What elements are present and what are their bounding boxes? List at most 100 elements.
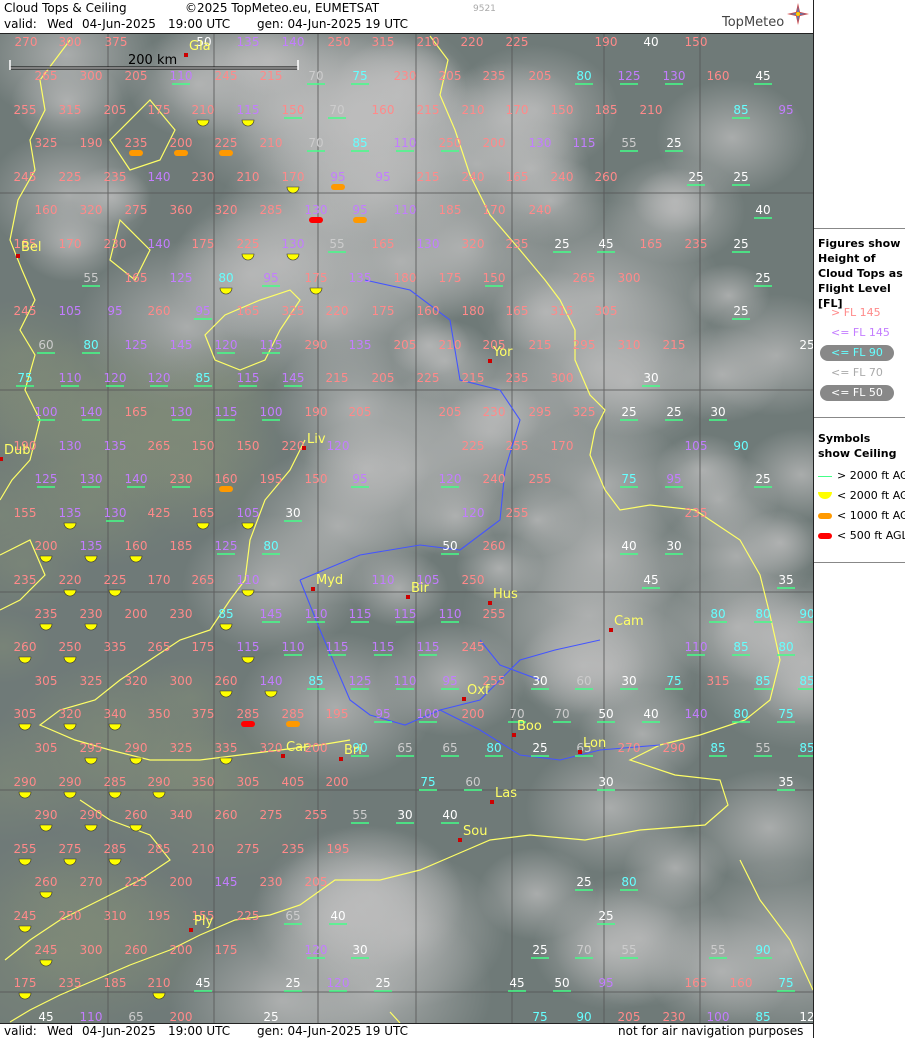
cloud-top-value: 165 xyxy=(125,405,148,419)
cloud-top-value: 260 xyxy=(14,640,37,654)
cloud-top-value: 95 xyxy=(263,271,278,285)
cloud-top-value: 25 xyxy=(733,237,748,251)
cloud-top-value: 215 xyxy=(417,103,440,117)
cloud-top-value: 305 xyxy=(237,775,260,789)
cloud-top-value: 215 xyxy=(326,371,349,385)
cloud-top-value: 70 xyxy=(308,69,323,83)
cloud-top-value: 40 xyxy=(643,35,658,49)
cloud-top-value: 235 xyxy=(282,842,305,856)
cloud-top-value: 70 xyxy=(329,103,344,117)
cloud-top-value: 115 xyxy=(237,103,260,117)
cloud-top-value: 25 xyxy=(799,338,813,352)
cloud-top-value: 75 xyxy=(778,707,793,721)
cloud-top-value: 340 xyxy=(170,808,193,822)
legend-fl-row: <= FL 90 xyxy=(818,345,905,363)
city-marker xyxy=(406,595,410,599)
cloud-top-value: 170 xyxy=(551,439,574,453)
cloud-top-value: 130 xyxy=(305,203,328,217)
cloud-top-value: 235 xyxy=(506,371,529,385)
city-marker xyxy=(339,757,343,761)
city-label: Ply xyxy=(194,914,213,929)
satellite-map[interactable]: 200 km 270 300 375 50 135 140 250 315 210 220 225 1… xyxy=(0,34,813,1023)
cloud-top-value: 80 xyxy=(83,338,98,352)
cloud-top-value: 245 xyxy=(35,943,58,957)
cloud-top-value: 165 xyxy=(192,506,215,520)
cloud-top-value: 30 xyxy=(532,674,547,688)
cloud-top-value: 25 xyxy=(532,741,547,755)
cloud-top-value: 115 xyxy=(326,640,349,654)
cloud-top-value: 215 xyxy=(260,69,283,83)
cloud-top-value: 265 xyxy=(192,573,215,587)
cloud-top-value: 80 xyxy=(218,271,233,285)
city-marker xyxy=(512,733,516,737)
cloud-top-value: 45 xyxy=(643,573,658,587)
cloud-top-value: 55 xyxy=(621,136,636,150)
cloud-top-value: 25 xyxy=(554,237,569,251)
cloud-top-value: 225 xyxy=(215,136,238,150)
cloud-top-value: 110 xyxy=(59,371,82,385)
cloud-top-value: 75 xyxy=(666,674,681,688)
cloud-top-value: 165 xyxy=(685,976,708,990)
cloud-top-value: 205 xyxy=(305,875,328,889)
cloud-top-value: 95 xyxy=(375,170,390,184)
cloud-top-value: 135 xyxy=(104,439,127,453)
cloud-top-value: 405 xyxy=(282,775,305,789)
cloud-top-value: 45 xyxy=(598,237,613,251)
cloud-top-value: 215 xyxy=(663,338,686,352)
cloud-top-value: 290 xyxy=(663,741,686,755)
cloud-top-value: 65 xyxy=(442,741,457,755)
city-marker xyxy=(578,750,582,754)
cloud-top-value: 290 xyxy=(80,808,103,822)
cloud-top-value: 235 xyxy=(685,506,708,520)
cloud-top-value: 130 xyxy=(80,472,103,486)
city-label: Bir xyxy=(411,581,430,596)
legend-ceiling-label: < 500 ft AGL xyxy=(837,529,905,542)
cloud-top-value: 325 xyxy=(170,741,193,755)
cloud-top-value: 40 xyxy=(643,707,658,721)
ceiling-symbol-below-1000 xyxy=(219,486,233,492)
cloud-top-value: 200 xyxy=(170,136,193,150)
cloud-top-value: 245 xyxy=(462,640,485,654)
cloud-top-value: 140 xyxy=(282,35,305,49)
cloud-top-value: 75 xyxy=(621,472,636,486)
cloud-top-value: 315 xyxy=(551,304,574,318)
cloud-top-value: 50 xyxy=(598,707,613,721)
cloud-top-value: 260 xyxy=(595,170,618,184)
cloud-top-value: 150 xyxy=(551,103,574,117)
cloud-top-value: 130 xyxy=(417,237,440,251)
cloud-top-value: 95 xyxy=(442,674,457,688)
cloud-top-value: 115 xyxy=(260,338,283,352)
cloud-top-value: 220 xyxy=(461,35,484,49)
cloud-top-value: 80 xyxy=(621,875,636,889)
cloud-top-value: 25 xyxy=(755,271,770,285)
cloud-top-value: 55 xyxy=(329,237,344,251)
legend-ceiling-label: < 1000 ft AGL xyxy=(837,509,905,522)
cloud-top-value: 300 xyxy=(170,674,193,688)
cloud-top-value: 45 xyxy=(509,976,524,990)
cloud-top-value: 235 xyxy=(14,573,37,587)
cloud-top-value: 140 xyxy=(125,472,148,486)
city-marker xyxy=(488,359,492,363)
cloud-top-value: 140 xyxy=(148,237,171,251)
product-id: 9521 xyxy=(473,4,496,14)
cloud-top-value: 80 xyxy=(733,707,748,721)
city-marker xyxy=(184,53,188,57)
cloud-top-value: 305 xyxy=(595,304,618,318)
city-label: Gla xyxy=(189,39,211,54)
cloud-top-value: 195 xyxy=(327,842,350,856)
cloud-top-value: 175 xyxy=(305,271,328,285)
cloud-top-value: 235 xyxy=(125,136,148,150)
legend-fl-row: <= FL 50 xyxy=(818,385,905,403)
cloud-top-value: 110 xyxy=(170,69,193,83)
cloud-top-value: 30 xyxy=(643,371,658,385)
cloud-top-value: 160 xyxy=(730,976,753,990)
cloud-top-value: 130 xyxy=(282,237,305,251)
cloud-top-value: 175 xyxy=(192,237,215,251)
city-label: Liv xyxy=(307,432,326,447)
cloud-top-value: 295 xyxy=(573,338,596,352)
cloud-top-value: 340 xyxy=(104,707,127,721)
cloud-top-value: 185 xyxy=(104,976,127,990)
cloud-top-value: 210 xyxy=(417,35,440,49)
cloud-top-value: 230 xyxy=(80,607,103,621)
cloud-top-value: 120 xyxy=(148,371,171,385)
